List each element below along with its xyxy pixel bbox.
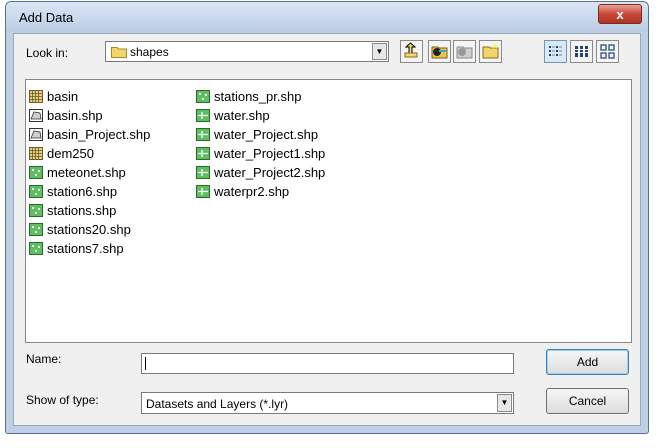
line-layer-icon (196, 185, 210, 198)
point-layer-icon (29, 204, 43, 217)
file-name: waterpr2.shp (214, 184, 290, 199)
look-in-label: Look in: (26, 46, 69, 60)
connect-folder-button[interactable] (428, 40, 451, 63)
point-layer-icon (29, 166, 43, 179)
list-item[interactable]: stations20.shp (29, 220, 150, 239)
name-label: Name: (26, 352, 62, 366)
file-name: water_Project.shp (214, 127, 319, 142)
file-column-1: basin basin.shp basin_Project.shp dem250 met… (29, 87, 150, 258)
list-view-icon (549, 46, 562, 56)
point-layer-icon (196, 90, 210, 103)
chevron-down-icon[interactable]: ▼ (497, 394, 512, 412)
up-one-level-icon (404, 42, 418, 58)
file-name: water.shp (214, 108, 270, 123)
cancel-button[interactable]: Cancel (546, 388, 629, 414)
text-caret (145, 357, 146, 370)
file-list[interactable]: basin basin.shp basin_Project.shp dem250 met… (25, 79, 632, 343)
list-item[interactable]: meteonet.shp (29, 163, 150, 182)
list-item[interactable]: water_Project2.shp (196, 163, 325, 182)
file-name: stations.shp (47, 203, 117, 218)
list-item[interactable]: water_Project.shp (196, 125, 325, 144)
details-view-button[interactable] (570, 40, 593, 63)
line-layer-icon (196, 166, 210, 179)
show-of-type-value: Datasets and Layers (*.lyr) (146, 397, 289, 411)
dialog-body: Look in: shapes ▼ basin basin.shp basin_… (13, 33, 641, 426)
file-name: basin (47, 89, 79, 104)
file-name: station6.shp (47, 184, 118, 199)
file-column-2: stations_pr.shp water.shp water_Project.sh… (196, 87, 325, 201)
file-name: stations_pr.shp (214, 89, 302, 104)
look-in-value: shapes (130, 45, 169, 59)
name-input[interactable] (141, 353, 514, 374)
list-item[interactable]: station6.shp (29, 182, 150, 201)
list-item[interactable]: basin_Project.shp (29, 125, 150, 144)
list-item[interactable]: dem250 (29, 144, 150, 163)
connect-folder-icon (431, 46, 448, 59)
line-layer-icon (196, 147, 210, 160)
title-bar[interactable]: Add Data x (6, 2, 648, 32)
file-name: water_Project2.shp (214, 165, 326, 180)
look-in-combo[interactable]: shapes ▼ (105, 41, 389, 62)
list-item[interactable]: basin.shp (29, 106, 150, 125)
add-button[interactable]: Add (546, 349, 629, 375)
close-icon: x (616, 7, 624, 22)
raster-layer-icon (29, 147, 43, 160)
list-item[interactable]: stations_pr.shp (196, 87, 325, 106)
list-view-button[interactable] (544, 40, 567, 63)
folder-icon (111, 47, 127, 58)
thumbnails-view-icon (600, 44, 615, 59)
file-name: stations7.shp (47, 241, 124, 256)
disconnect-folder-button[interactable] (453, 40, 476, 63)
thumbnails-view-button[interactable] (596, 40, 619, 63)
list-item[interactable]: waterpr2.shp (196, 182, 325, 201)
show-of-type-combo[interactable]: Datasets and Layers (*.lyr) ▼ (141, 392, 514, 414)
line-layer-icon (196, 128, 210, 141)
file-name: dem250 (47, 146, 94, 161)
polygon-layer-icon (29, 128, 43, 141)
list-item[interactable]: stations7.shp (29, 239, 150, 258)
show-of-type-label: Show of type: (26, 393, 99, 407)
close-button[interactable]: x (598, 4, 642, 24)
file-name: basin.shp (47, 108, 103, 123)
file-name: stations20.shp (47, 222, 131, 237)
file-name: meteonet.shp (47, 165, 126, 180)
up-one-level-button[interactable] (400, 40, 423, 63)
point-layer-icon (29, 185, 43, 198)
dialog-title: Add Data (19, 10, 74, 25)
list-item[interactable]: water_Project1.shp (196, 144, 325, 163)
new-folder-icon (482, 43, 499, 59)
add-data-dialog: Add Data x Look in: shapes ▼ basin basin… (5, 1, 649, 434)
polygon-layer-icon (29, 109, 43, 122)
details-view-icon (575, 46, 588, 57)
point-layer-icon (29, 223, 43, 236)
file-name: water_Project1.shp (214, 146, 326, 161)
line-layer-icon (196, 109, 210, 122)
chevron-down-icon[interactable]: ▼ (372, 43, 387, 60)
point-layer-icon (29, 242, 43, 255)
list-item[interactable]: water.shp (196, 106, 325, 125)
disconnect-folder-icon (456, 46, 473, 59)
new-folder-button[interactable] (479, 40, 502, 63)
list-item[interactable]: basin (29, 87, 150, 106)
list-item[interactable]: stations.shp (29, 201, 150, 220)
raster-layer-icon (29, 90, 43, 103)
file-name: basin_Project.shp (47, 127, 151, 142)
